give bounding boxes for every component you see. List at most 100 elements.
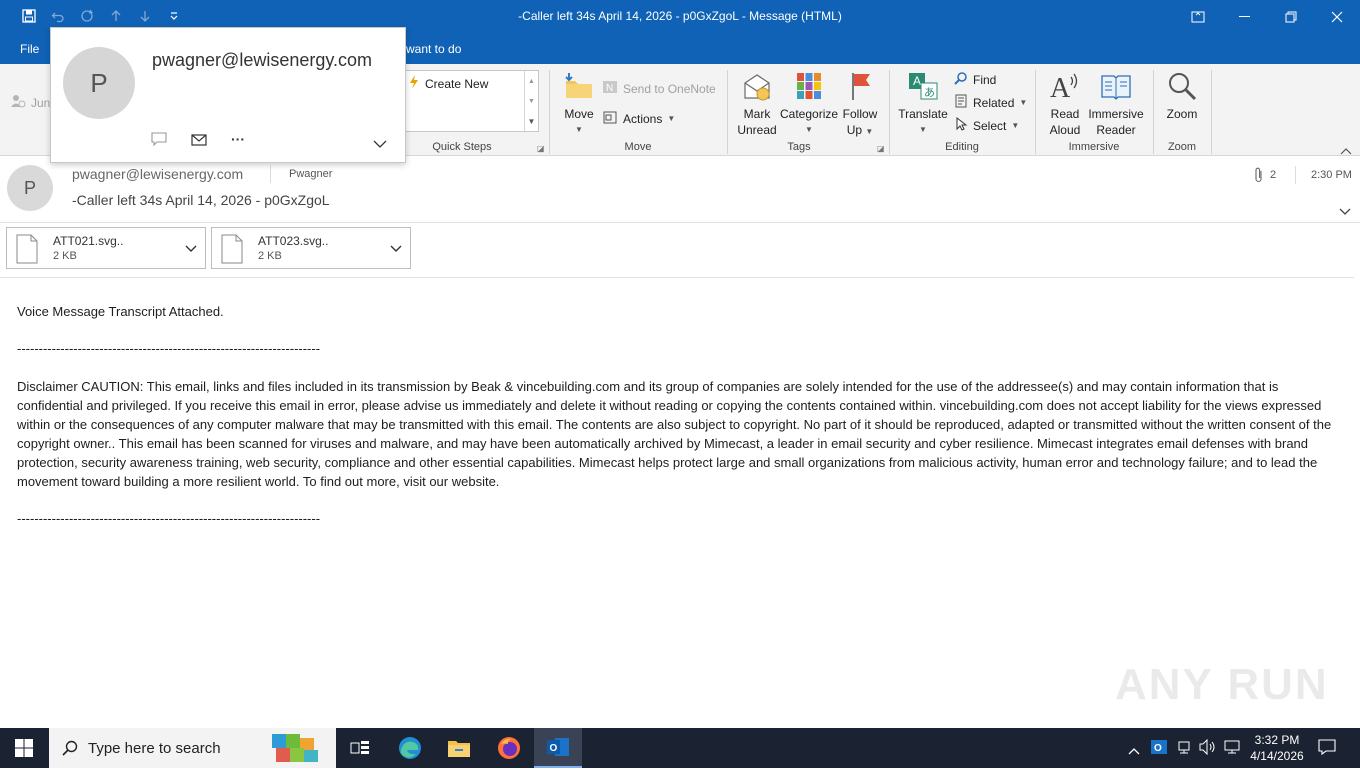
expand-gallery-icon[interactable]: ▼ <box>525 111 538 131</box>
quick-steps-scroll[interactable]: ▲ ▼ ▼ <box>524 71 538 131</box>
windows-start-icon[interactable] <box>0 728 48 768</box>
select-button[interactable]: Select ▼ <box>954 116 1020 134</box>
show-hidden-icons-icon[interactable] <box>1128 742 1140 760</box>
actions-icon <box>602 109 618 128</box>
minimize-button[interactable] <box>1222 0 1268 33</box>
more-options-icon[interactable]: ··· <box>231 131 245 147</box>
tags-group-label: Tags <box>787 141 811 153</box>
actions-button[interactable]: Actions ▼ <box>602 109 675 128</box>
zoom-button[interactable]: Zoom <box>1160 70 1204 122</box>
expand-card-icon[interactable] <box>373 135 387 153</box>
task-view-icon[interactable] <box>336 728 384 768</box>
separator <box>889 70 890 154</box>
puzzle-icon <box>266 730 328 771</box>
watermark: ANY RUN <box>1115 660 1329 709</box>
network-icon[interactable] <box>1176 739 1192 760</box>
move-dropdown-icon: ▼ <box>575 125 583 134</box>
chat-icon[interactable] <box>151 132 167 151</box>
follow-up-label-2: Up <box>846 123 863 137</box>
move-button[interactable]: Move ▼ <box>558 70 600 138</box>
separator <box>727 70 728 154</box>
taskbar: Type here to search O O 3:32 PM 4/14/202… <box>0 728 1360 768</box>
recipient[interactable]: Pwagner <box>289 168 332 180</box>
sender-address[interactable]: pwagner@lewisenergy.com <box>72 166 243 182</box>
attachment-menu-icon[interactable] <box>390 240 402 258</box>
body-disclaimer: Disclaimer CAUTION: This email, links an… <box>17 379 1332 489</box>
body-divider: ----------------------------------------… <box>17 341 321 356</box>
notifications-icon[interactable] <box>1318 739 1336 760</box>
search-icon <box>62 740 78 761</box>
read-aloud-icon: A <box>1048 70 1082 102</box>
divider <box>270 165 271 183</box>
lightning-icon <box>408 75 420 92</box>
cursor-icon <box>954 116 968 134</box>
immersive-group-label: Immersive <box>1068 141 1120 153</box>
mail-icon[interactable] <box>191 133 207 151</box>
tell-me-search[interactable]: want to do <box>406 42 461 56</box>
move-label: Move <box>564 107 594 121</box>
translate-dropdown-icon: ▼ <box>919 125 927 134</box>
edge-browser-icon[interactable] <box>386 728 434 768</box>
window-title: -Caller left 34s April 14, 2026 - p0GxZg… <box>518 9 842 23</box>
find-button[interactable]: Find <box>954 71 996 88</box>
contact-card: P pwagner@lewisenergy.com ··· <box>50 27 406 163</box>
related-icon <box>954 94 968 111</box>
related-button[interactable]: Related ▼ <box>954 94 1027 111</box>
svg-text:O: O <box>1154 743 1162 754</box>
outlook-taskbar-icon[interactable]: O <box>534 728 582 768</box>
categorize-label: Categorize <box>780 107 839 121</box>
contact-email[interactable]: pwagner@lewisenergy.com <box>152 50 372 71</box>
ribbon-display-options-icon[interactable] <box>1175 0 1221 33</box>
follow-up-dropdown-icon: ▼ <box>865 127 874 136</box>
svg-text:A: A <box>913 74 921 88</box>
immersive-reader-icon <box>1099 70 1133 102</box>
divider <box>0 277 1354 278</box>
immersive-reader-label-1: Immersive <box>1088 107 1144 121</box>
outlook-tray-icon[interactable]: O <box>1151 739 1167 760</box>
file-explorer-icon[interactable] <box>435 728 483 768</box>
volume-icon[interactable] <box>1199 738 1217 760</box>
message-subject: -Caller left 34s April 14, 2026 - p0GxZg… <box>72 192 330 208</box>
tab-file[interactable]: File <box>20 42 39 56</box>
categorize-dropdown-icon: ▼ <box>805 125 813 134</box>
create-new-label: Create New <box>425 76 489 91</box>
attachment-item[interactable]: ATT021.svg.. 2 KB <box>6 227 206 269</box>
categorize-button[interactable]: Categorize ▼ <box>780 70 838 138</box>
attachment-item[interactable]: ATT023.svg.. 2 KB <box>211 227 411 269</box>
immersive-reader-label-2: Reader <box>1096 123 1136 137</box>
read-aloud-button[interactable]: A Read Aloud <box>1043 70 1087 138</box>
translate-label: Translate <box>898 107 948 121</box>
zoom-label: Zoom <box>1166 107 1198 121</box>
sender-avatar[interactable]: P <box>7 165 53 211</box>
document-icon <box>221 234 243 269</box>
follow-up-button[interactable]: Follow Up ▼ <box>840 70 880 140</box>
move-folder-icon <box>562 70 596 102</box>
scroll-up-icon[interactable]: ▲ <box>525 71 538 91</box>
received-time: 2:30 PM <box>1311 169 1352 181</box>
immersive-reader-button[interactable]: Immersive Reader <box>1087 70 1145 138</box>
svg-text:あ: あ <box>924 86 935 99</box>
separator <box>549 70 550 154</box>
scroll-down-icon[interactable]: ▼ <box>525 91 538 111</box>
create-new-quick-step[interactable]: Create New <box>408 75 488 92</box>
clock-time: 3:32 PM <box>1254 733 1300 747</box>
expand-header-icon[interactable] <box>1339 203 1351 221</box>
quick-steps-launcher-icon[interactable]: ◪ <box>537 144 545 153</box>
attachment-menu-icon[interactable] <box>185 240 197 258</box>
firefox-icon[interactable] <box>485 728 533 768</box>
move-group-label: Move <box>624 141 652 153</box>
language-ime-icon[interactable] <box>1224 739 1240 760</box>
quick-steps-gallery: Create New ▲ ▼ ▼ <box>405 70 539 132</box>
taskbar-search-box[interactable]: Type here to search <box>49 728 336 768</box>
restore-button[interactable] <box>1268 0 1314 33</box>
attachment-count: 2 <box>1270 169 1277 181</box>
follow-up-label-1: Follow <box>842 107 878 121</box>
tags-launcher-icon[interactable]: ◪ <box>877 144 885 153</box>
clock[interactable]: 3:32 PM 4/14/2026 <box>1250 732 1304 764</box>
send-to-onenote-button[interactable]: N Send to OneNote <box>602 79 716 98</box>
flag-icon <box>843 70 877 102</box>
select-dropdown-icon: ▼ <box>1011 121 1020 130</box>
close-button[interactable] <box>1314 0 1360 33</box>
translate-button[interactable]: Aあ Translate ▼ <box>897 70 949 138</box>
mark-unread-button[interactable]: Mark Unread <box>734 70 780 138</box>
